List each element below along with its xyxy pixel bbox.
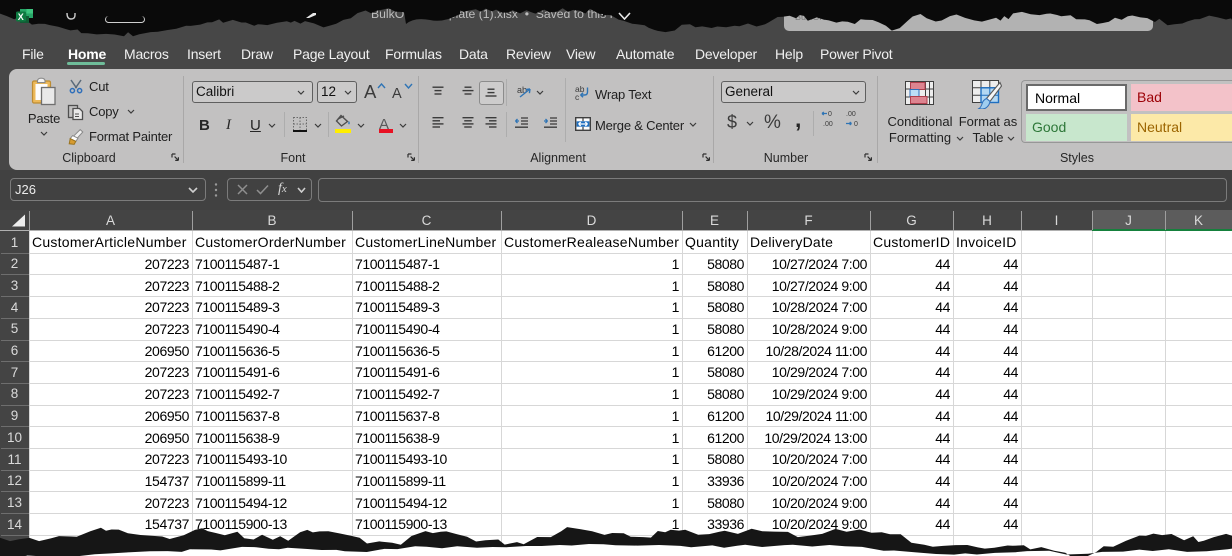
svg-text:X: X (18, 12, 24, 22)
